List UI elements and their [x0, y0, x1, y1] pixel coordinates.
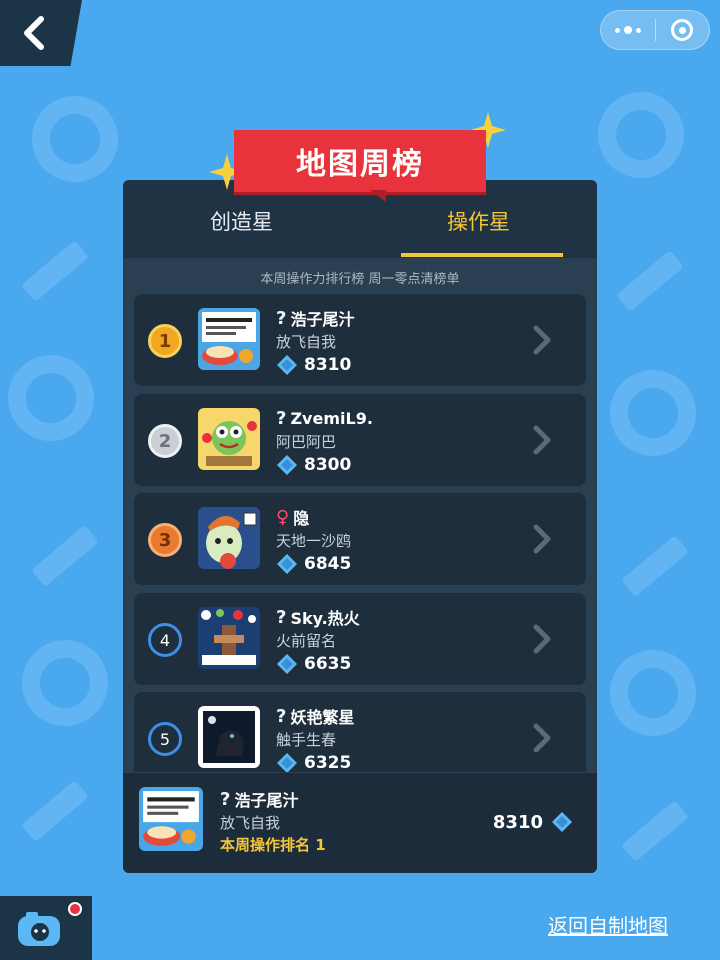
diamond-icon — [552, 812, 572, 832]
leaderboard-panel: 创造星 操作星 本周操作力排行榜 周一零点清榜单 1 ? 浩子尾汁 放飞自我 8… — [123, 180, 597, 873]
tab-operator-star[interactable]: 操作星 — [360, 206, 597, 236]
map-name: 触手生春 — [276, 731, 337, 749]
leaderboard-row[interactable]: 2 ? ZvemiL9. 阿巴阿巴 8300 — [134, 394, 586, 486]
rank-number: 4 — [148, 623, 182, 657]
rank-medal-silver: 2 — [148, 424, 182, 458]
map-name: 放飞自我 — [276, 333, 337, 351]
target-icon — [671, 19, 694, 41]
diamond-icon — [277, 455, 297, 475]
helper-button[interactable] — [0, 896, 92, 960]
chevron-right-icon — [533, 524, 551, 554]
back-button[interactable] — [0, 0, 82, 66]
more-dots-icon — [614, 26, 641, 34]
rank-number: 5 — [148, 722, 182, 756]
gender-unknown-icon: ? — [276, 307, 287, 329]
rank-medal-bronze: 3 — [148, 523, 182, 557]
my-rank-bar[interactable]: ? 浩子尾汁 放飞自我 本周操作排名 1 8310 — [123, 773, 597, 873]
leaderboard-row[interactable]: 4 ? Sky.热火 火前留名 6635 — [134, 593, 586, 685]
map-name: 天地一沙鸥 — [276, 532, 352, 550]
my-rank-text: 本周操作排名 1 — [220, 836, 326, 854]
player-avatar — [198, 706, 260, 768]
player-name: ZvemiL9. — [290, 408, 373, 428]
leaderboard-row[interactable]: 5 ? 妖艳繁星 触手生春 6325 — [134, 692, 586, 772]
notification-dot — [68, 902, 82, 916]
map-name: 阿巴阿巴 — [276, 433, 337, 451]
score-value: 8310 — [304, 355, 352, 375]
chevron-right-icon — [533, 723, 551, 753]
player-name: 妖艳繁星 — [290, 708, 355, 727]
page-title-banner: 地图周榜 — [234, 130, 486, 192]
my-score-value: 8310 — [492, 811, 543, 833]
player-name: 隐 — [293, 509, 310, 528]
chevron-right-icon — [533, 624, 551, 654]
gender-unknown-icon: ? — [220, 788, 231, 810]
score-value: 6325 — [304, 753, 352, 772]
my-map-thumbnail — [139, 787, 203, 851]
return-to-custom-maps-link[interactable]: 返回自制地图 — [548, 910, 668, 939]
score-value: 6845 — [304, 554, 352, 574]
rank-medal-gold: 1 — [148, 324, 182, 358]
map-name: 火前留名 — [276, 632, 337, 650]
player-avatar — [198, 507, 260, 569]
leaderboard-row[interactable]: 3 ♀ 隐 天地一沙鸥 6845 — [134, 493, 586, 585]
diamond-icon — [277, 554, 297, 574]
close-program-button[interactable] — [656, 11, 710, 49]
leaderboard-list[interactable]: 1 ? 浩子尾汁 放飞自我 8310 2 ? ZvemiL9. 阿巴阿巴 830… — [123, 294, 597, 772]
banner-ribbon-tail — [370, 190, 386, 202]
chevron-left-icon — [24, 16, 44, 50]
my-map-name: 放飞自我 — [220, 814, 281, 832]
diamond-icon — [277, 355, 297, 375]
gender-unknown-icon: ? — [276, 606, 287, 628]
chevron-right-icon — [533, 425, 551, 455]
score-value: 6635 — [304, 654, 352, 674]
diamond-icon — [277, 753, 297, 772]
player-name: Sky.热火 — [290, 609, 360, 628]
map-thumbnail — [198, 408, 260, 470]
diamond-icon — [277, 654, 297, 674]
chevron-right-icon — [533, 325, 551, 355]
player-name: 浩子尾汁 — [290, 310, 355, 329]
gender-female-icon: ♀ — [276, 506, 290, 528]
my-score: 8310 — [493, 811, 573, 833]
mini-program-capsule — [600, 10, 710, 50]
gender-unknown-icon: ? — [276, 407, 287, 429]
leaderboard-row[interactable]: 1 ? 浩子尾汁 放飞自我 8310 — [134, 294, 586, 386]
map-thumbnail — [198, 607, 260, 669]
leaderboard-subtitle: 本周操作力排行榜 周一零点清榜单 — [260, 272, 460, 287]
my-player-name: 浩子尾汁 — [234, 791, 299, 810]
tab-creator-star[interactable]: 创造星 — [123, 206, 360, 236]
map-thumbnail — [198, 308, 260, 370]
more-button[interactable] — [601, 11, 655, 49]
score-value: 8300 — [304, 455, 352, 475]
gender-unknown-icon: ? — [276, 705, 287, 727]
active-tab-indicator — [401, 253, 563, 257]
camera-robot-icon — [18, 912, 60, 946]
